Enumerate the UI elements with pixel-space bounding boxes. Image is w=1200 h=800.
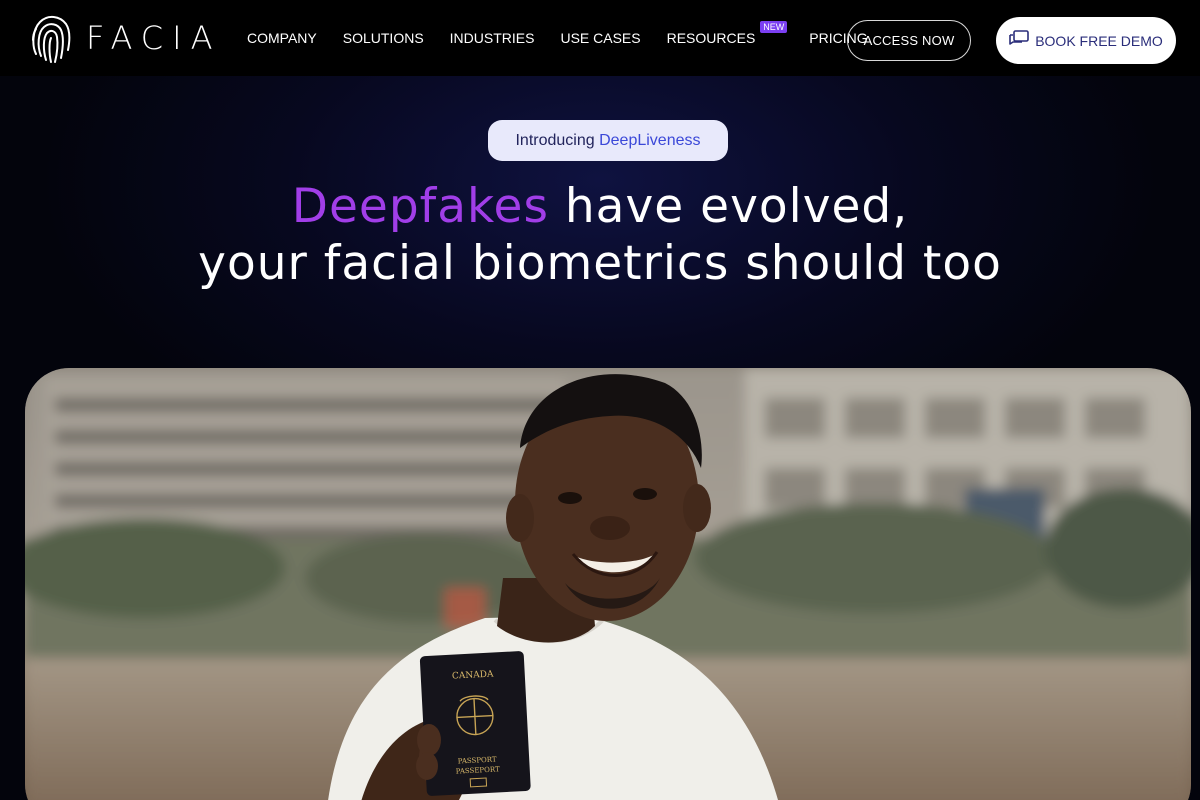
pill-accent: DeepLiveness	[599, 131, 701, 149]
nav-item-company[interactable]: COMPANY	[247, 30, 317, 46]
book-demo-label: BOOK FREE DEMO	[1035, 32, 1163, 49]
nav-item-use-cases[interactable]: USE CASES	[560, 30, 640, 46]
fingerprint-icon	[30, 10, 72, 66]
hero-image: CANADA PASSPORT PASSEPORT	[25, 368, 1191, 800]
brand-name: FACIA	[86, 19, 222, 57]
headline-rest: have evolved,	[548, 179, 909, 234]
access-now-button[interactable]: ACCESS NOW	[847, 20, 971, 61]
nav-item-resources-label: RESOURCES	[666, 30, 756, 46]
brand-logo[interactable]: FACIA	[30, 10, 221, 66]
headline-highlight: Deepfakes	[291, 179, 549, 234]
headline-line-1: Deepfakes have evolved,	[0, 178, 1200, 235]
chat-bubbles-icon	[1009, 30, 1035, 51]
pill-prefix: Introducing	[515, 131, 600, 149]
top-navbar: FACIA COMPANY SOLUTIONS INDUSTRIES USE C…	[0, 0, 1200, 76]
nav-item-industries[interactable]: INDUSTRIES	[450, 30, 535, 46]
intro-pill[interactable]: Introducing DeepLiveness	[488, 120, 728, 161]
nav-item-resources[interactable]: RESOURCES NEW	[666, 21, 788, 46]
book-demo-button[interactable]: BOOK FREE DEMO	[996, 17, 1176, 64]
hero-headline: Deepfakes have evolved, your facial biom…	[0, 178, 1200, 292]
new-badge: NEW	[760, 21, 788, 33]
main-menu: COMPANY SOLUTIONS INDUSTRIES USE CASES R…	[247, 0, 894, 76]
headline-line-2: your facial biometrics should too	[198, 236, 1002, 291]
nav-item-solutions[interactable]: SOLUTIONS	[343, 30, 424, 46]
